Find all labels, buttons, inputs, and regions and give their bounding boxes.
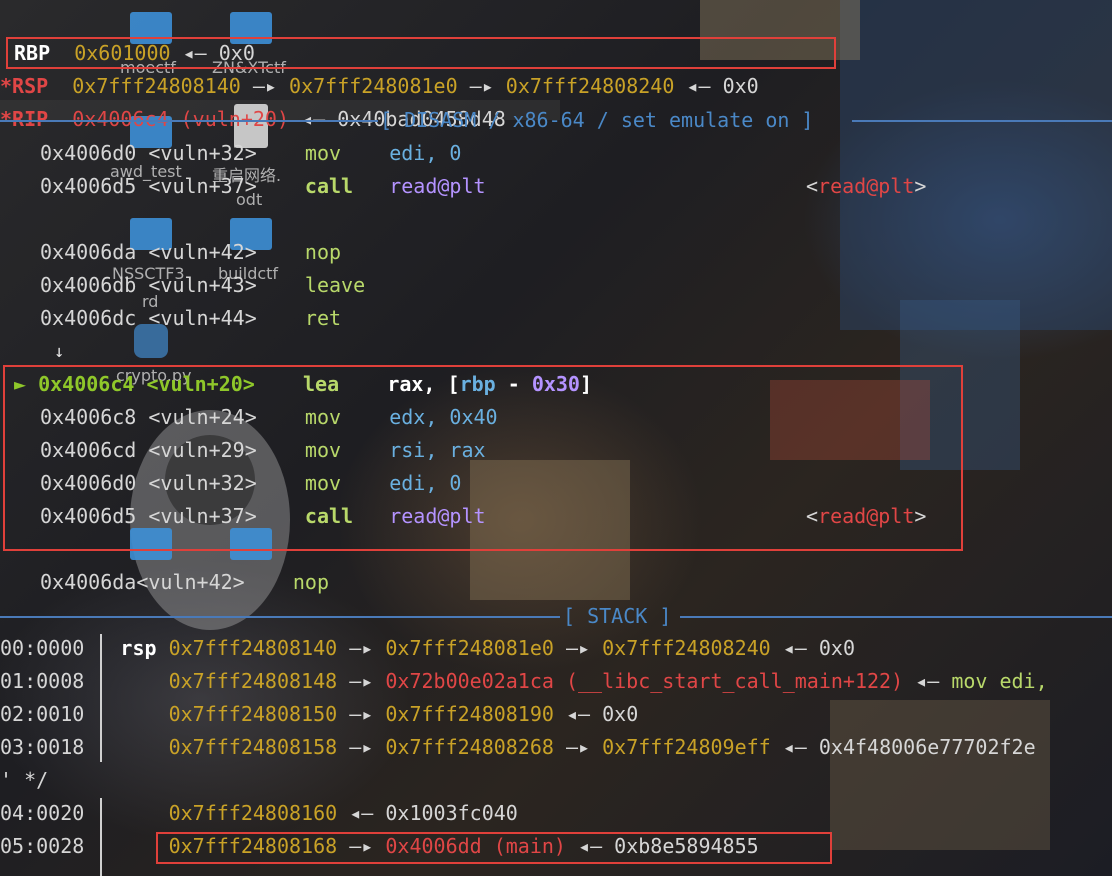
stack-pointer: 0x7fff24808190 bbox=[385, 702, 554, 726]
stack-address: 0x7fff24808140 bbox=[168, 636, 338, 660]
disasm-header: [ DISASM / x86-64 / set emulate on ] bbox=[380, 108, 814, 132]
instruction-mnemonic: nop bbox=[304, 240, 342, 264]
instruction-address: 0x4006da<vuln+42> bbox=[40, 570, 245, 594]
disasm-row[interactable]: 0x4006da <vuln+42> nop bbox=[40, 236, 341, 269]
stack-pointer: 0x7fff24808268 bbox=[385, 735, 554, 759]
disasm-row[interactable]: 0x4006dc <vuln+44> ret bbox=[40, 302, 341, 335]
instruction-address: 0x4006d5 <vuln+37> bbox=[40, 174, 257, 198]
call-target-bracket: > bbox=[914, 174, 927, 198]
stack-address: 0x7fff24808150 bbox=[168, 702, 338, 726]
pointer-arrow: ◂— bbox=[915, 669, 940, 693]
disasm-row[interactable]: 0x4006da<vuln+42> nop bbox=[40, 566, 329, 599]
pointer-arrow: —▸ bbox=[349, 702, 374, 726]
stack-address: 0x7fff24808158 bbox=[168, 735, 338, 759]
pointer-arrow: ◂— bbox=[349, 801, 374, 825]
stack-row-wrap: ' */ bbox=[0, 764, 48, 797]
instruction-address: 0x4006db <vuln+43> bbox=[40, 273, 257, 297]
stack-value: 0x0 bbox=[602, 702, 639, 726]
call-target-symbol: read@plt bbox=[818, 174, 915, 198]
register-name: *RIP bbox=[0, 107, 49, 131]
disasm-row[interactable]: 0x4006d0 <vuln+32> mov edi, 0 bbox=[40, 137, 461, 170]
instruction-mnemonic: nop bbox=[292, 570, 329, 594]
pointer-arrow: —▸ bbox=[565, 735, 591, 759]
stack-value: 0x1003fc040 bbox=[385, 801, 518, 825]
pointer-arrow: ◂— bbox=[301, 107, 326, 131]
stack-header: [ STACK ] bbox=[563, 604, 672, 628]
stack-row[interactable]: 03:0018 0x7fff24808158 —▸ 0x7fff24808268… bbox=[0, 731, 1036, 764]
stack-value: 0x0 bbox=[818, 636, 856, 660]
stack-pointer: 0x7fff248081e0 bbox=[385, 636, 554, 660]
instruction-mnemonic: mov bbox=[304, 141, 342, 165]
stack-separator-right bbox=[680, 616, 1112, 618]
pointer-arrow: —▸ bbox=[565, 636, 591, 660]
call-target-bracket: < bbox=[806, 174, 819, 198]
stack-row[interactable]: 02:0010 0x7fff24808150 —▸ 0x7fff24808190… bbox=[0, 698, 638, 731]
stack-offset: 04:0020 bbox=[0, 801, 85, 825]
instruction-mnemonic: leave bbox=[304, 273, 366, 297]
pointer-arrow: —▸ bbox=[349, 636, 374, 660]
disasm-row[interactable]: 0x4006d5 <vuln+37> call read@plt bbox=[40, 170, 486, 203]
stack-register: rsp bbox=[120, 636, 157, 660]
pointer-target: 0x0 bbox=[722, 74, 759, 98]
register-rip: *RIP 0x4006c4 (vuln+20) ◂— 0x40bad0458d4… bbox=[0, 70, 506, 131]
instruction-address: 0x4006d0 <vuln+32> bbox=[40, 141, 257, 165]
stack-value: 0x4f48006e77702f2e bbox=[818, 735, 1036, 759]
disasm-separator-left bbox=[0, 120, 378, 122]
stack-address: 0x7fff24808148 bbox=[168, 669, 338, 693]
highlight-box-disasm bbox=[3, 365, 963, 551]
stack-pointer: 0x72b00e02a1ca (__libc_start_call_main+1… bbox=[385, 669, 904, 693]
highlight-box-return-address bbox=[156, 832, 832, 864]
stack-offset: 01:0008 bbox=[0, 669, 85, 693]
pointer-arrow: ◂— bbox=[565, 702, 591, 726]
wrapped-string: ' */ bbox=[0, 768, 49, 792]
stack-row[interactable]: 00:0000 rsp 0x7fff24808140 —▸ 0x7fff2480… bbox=[0, 632, 855, 665]
disasm-separator-right bbox=[852, 120, 1112, 122]
pointer-arrow: ◂— bbox=[686, 74, 711, 98]
stack-separator-left bbox=[0, 616, 560, 618]
pointer-arrow: ◂— bbox=[782, 636, 807, 660]
stack-value: mov edi, bbox=[951, 669, 1048, 693]
call-target: <read@plt> bbox=[806, 170, 926, 203]
instruction-address: 0x4006da <vuln+42> bbox=[40, 240, 257, 264]
stack-row[interactable]: 01:0008 0x7fff24808148 —▸ 0x72b00e02a1ca… bbox=[0, 665, 1048, 698]
stack-offset: 05:0028 bbox=[0, 834, 85, 858]
instruction-mnemonic: ret bbox=[304, 306, 342, 330]
pointer-arrow: ◂— bbox=[782, 735, 807, 759]
register-rbp: RBP 0x601000 ◂— 0x0 bbox=[14, 4, 255, 65]
stack-offset: 02:0010 bbox=[0, 702, 85, 726]
stack-row[interactable]: 04:0020 0x7fff24808160 ◂— 0x1003fc040 bbox=[0, 797, 518, 830]
instruction-mnemonic: call bbox=[304, 174, 354, 198]
highlight-box-rsp bbox=[6, 37, 836, 69]
register-value: 0x4006c4 (vuln+20) bbox=[72, 107, 290, 131]
instruction-operands: read@plt bbox=[389, 174, 486, 198]
stack-offset: 03:0018 bbox=[0, 735, 85, 759]
pointer-arrow: —▸ bbox=[349, 669, 374, 693]
stack-offset: 00:0000 bbox=[0, 636, 85, 660]
instruction-address: 0x4006dc <vuln+44> bbox=[40, 306, 257, 330]
stack-pointer: 0x7fff24809eff bbox=[602, 735, 771, 759]
instruction-operands: edi, 0 bbox=[389, 141, 462, 165]
disasm-row[interactable]: 0x4006db <vuln+43> leave bbox=[40, 269, 365, 302]
pointer-target: 0x7fff24808240 bbox=[505, 74, 675, 98]
pointer-arrow: —▸ bbox=[349, 735, 374, 759]
stack-pointer: 0x7fff24808240 bbox=[602, 636, 771, 660]
stack-address: 0x7fff24808160 bbox=[168, 801, 338, 825]
